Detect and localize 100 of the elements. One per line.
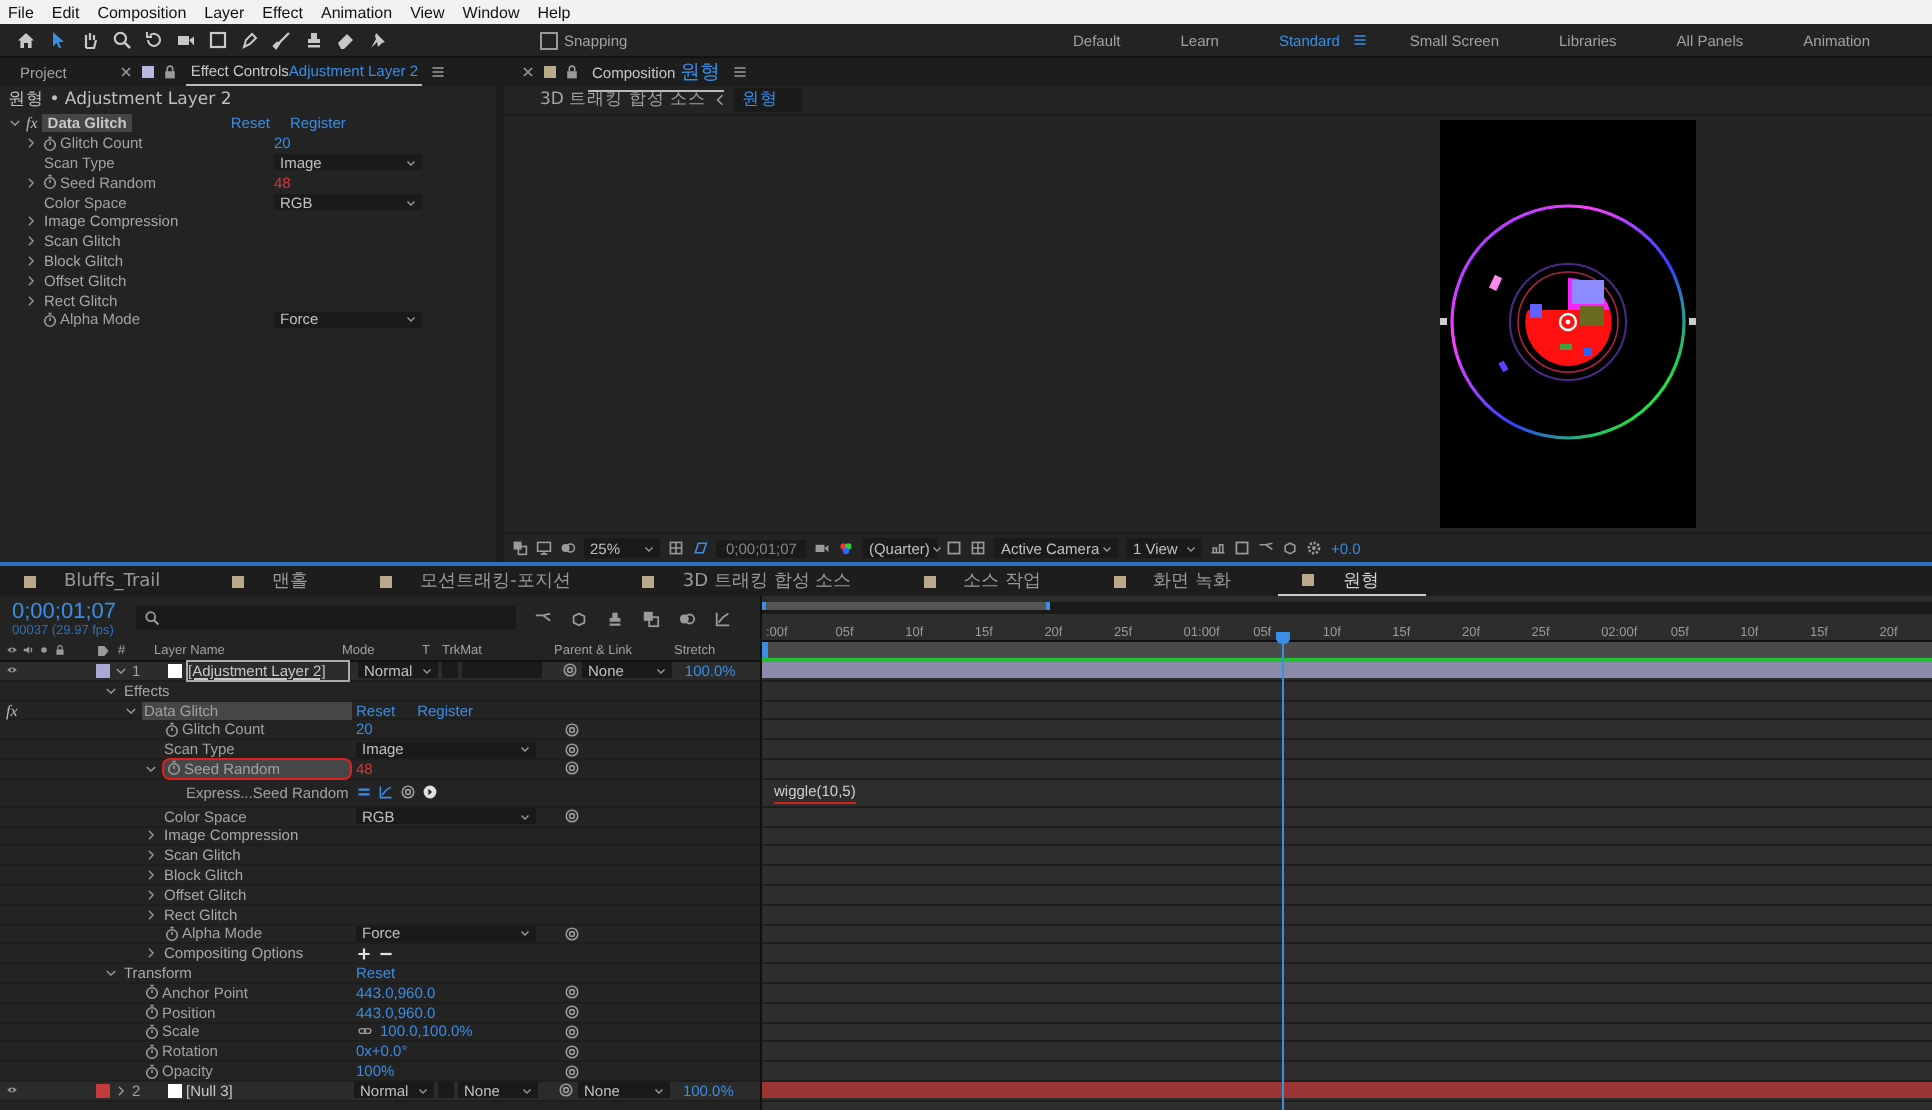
composition-tab[interactable]: 3D 트래킹 합성 소스	[618, 568, 900, 594]
link-icon[interactable]	[356, 1024, 374, 1039]
composition-tab[interactable]: 모션트래킹-포지션	[356, 568, 619, 594]
shapes-icon[interactable]	[1210, 540, 1227, 556]
twirl-icon[interactable]	[24, 136, 38, 151]
grid-icon[interactable]	[970, 540, 987, 556]
camera-tool-icon[interactable]	[176, 30, 196, 50]
stopwatch-icon[interactable]	[42, 311, 58, 328]
menu-icon[interactable]	[1351, 32, 1368, 48]
hand-tool-icon[interactable]	[80, 30, 100, 50]
twirl-icon[interactable]	[8, 116, 22, 131]
monitor-icon[interactable]	[536, 540, 552, 556]
twirl-icon[interactable]	[24, 175, 38, 190]
rotate-tool-icon[interactable]	[144, 30, 164, 50]
menu-item[interactable]: Layer	[204, 3, 245, 21]
menu-item[interactable]: Composition	[97, 3, 187, 21]
menu-item[interactable]: Effect	[262, 3, 303, 21]
lock-icon[interactable]	[564, 64, 580, 80]
solo-icon[interactable]	[38, 644, 50, 656]
twirl-icon[interactable]	[114, 663, 128, 678]
twirl-icon[interactable]	[144, 868, 158, 883]
close-icon[interactable]	[520, 64, 536, 80]
stopwatch-icon[interactable]	[144, 984, 160, 1001]
pin-tool-icon[interactable]	[368, 30, 388, 50]
camera-icon[interactable]	[814, 540, 831, 556]
twirl-icon[interactable]	[114, 1083, 128, 1098]
rectangle-tool-icon[interactable]	[208, 30, 228, 50]
close-icon[interactable]	[118, 64, 135, 80]
stamp-icon[interactable]	[606, 609, 624, 627]
twirl-icon[interactable]	[24, 293, 38, 308]
current-time[interactable]: 0;00;01;07	[12, 599, 124, 623]
label-color[interactable]	[96, 663, 110, 678]
speaker-icon[interactable]	[22, 644, 34, 656]
twirl-icon[interactable]	[144, 761, 158, 776]
twirl-icon[interactable]	[104, 683, 118, 698]
search-field[interactable]	[136, 606, 516, 630]
rectangle-icon[interactable]	[946, 540, 963, 556]
menu-item[interactable]: Window	[462, 3, 520, 21]
eraser-tool-icon[interactable]	[336, 30, 356, 50]
twirl-icon[interactable]	[144, 828, 158, 843]
zoom-tool-icon[interactable]	[112, 30, 132, 50]
mask-icon[interactable]	[692, 540, 708, 556]
layers-icon[interactable]	[642, 609, 660, 627]
label-color[interactable]	[96, 1083, 110, 1098]
stopwatch-icon[interactable]	[166, 760, 182, 777]
stopwatch-icon[interactable]	[144, 1063, 160, 1080]
rectangle-icon[interactable]	[1234, 540, 1251, 556]
expression-enable-icon[interactable]	[356, 784, 372, 801]
expression-menu-icon[interactable]	[422, 784, 438, 801]
menu-icon[interactable]	[731, 64, 748, 80]
stopwatch-icon[interactable]	[164, 925, 180, 942]
fx-label[interactable]: fx	[26, 114, 38, 133]
stopwatch-icon[interactable]	[42, 135, 58, 152]
menu-item[interactable]: Help	[537, 3, 571, 21]
fx-label[interactable]: fx	[6, 701, 18, 719]
twirl-icon[interactable]	[144, 848, 158, 863]
twirl-icon[interactable]	[104, 966, 118, 981]
label-icon[interactable]	[96, 643, 110, 657]
home-icon[interactable]	[16, 30, 36, 50]
lock-icon[interactable]	[162, 64, 179, 80]
pickwhip-icon[interactable]	[564, 925, 580, 942]
grid-icon[interactable]	[668, 540, 684, 556]
stopwatch-icon[interactable]	[144, 1004, 160, 1021]
composition-tab[interactable]: 맨홀	[208, 568, 357, 594]
twirl-icon[interactable]	[24, 273, 38, 288]
pen-tool-icon[interactable]	[240, 30, 260, 50]
gear-icon[interactable]	[1306, 540, 1323, 556]
lock-icon[interactable]	[54, 644, 66, 656]
pickwhip-icon[interactable]	[400, 784, 416, 801]
twirl-icon[interactable]	[144, 946, 158, 961]
composition-tab[interactable]: 화면 녹화	[1089, 568, 1279, 594]
pickwhip-icon[interactable]	[564, 808, 580, 825]
twirl-icon[interactable]	[144, 907, 158, 922]
graph-icon[interactable]	[714, 609, 732, 627]
eye-icon[interactable]	[6, 644, 18, 656]
breadcrumb-item[interactable]: 원형	[734, 88, 803, 112]
selection-tool-icon[interactable]	[48, 30, 68, 50]
composition-tab[interactable]: Bluffs_Trail	[0, 571, 209, 591]
cube-icon[interactable]	[570, 609, 588, 627]
layers-icon[interactable]	[512, 540, 528, 556]
twirl-icon[interactable]	[24, 234, 38, 249]
twirl-icon[interactable]	[144, 887, 158, 902]
palette-icon[interactable]	[838, 540, 855, 556]
composition-tab[interactable]: 소스 작업	[899, 568, 1090, 594]
menu-item[interactable]: Edit	[51, 3, 80, 21]
menu-item[interactable]: File	[8, 3, 34, 21]
breadcrumb-item[interactable]: 3D 트래킹 합성 소스	[540, 88, 707, 112]
stopwatch-icon[interactable]	[42, 174, 58, 191]
eye-icon[interactable]	[6, 1084, 18, 1097]
flowchart-icon[interactable]	[1258, 540, 1275, 556]
graph-icon[interactable]	[378, 784, 394, 801]
stopwatch-icon[interactable]	[144, 1043, 160, 1060]
twirl-icon[interactable]	[24, 253, 38, 268]
preserve-transparency-toggle[interactable]	[442, 662, 458, 679]
brush-tool-icon[interactable]	[272, 30, 292, 50]
pickwhip-icon[interactable]	[562, 662, 578, 679]
flowchart-icon[interactable]	[534, 609, 552, 627]
plus-icon[interactable]	[356, 945, 372, 962]
twirl-icon[interactable]	[24, 214, 38, 229]
menu-icon[interactable]	[430, 64, 447, 80]
